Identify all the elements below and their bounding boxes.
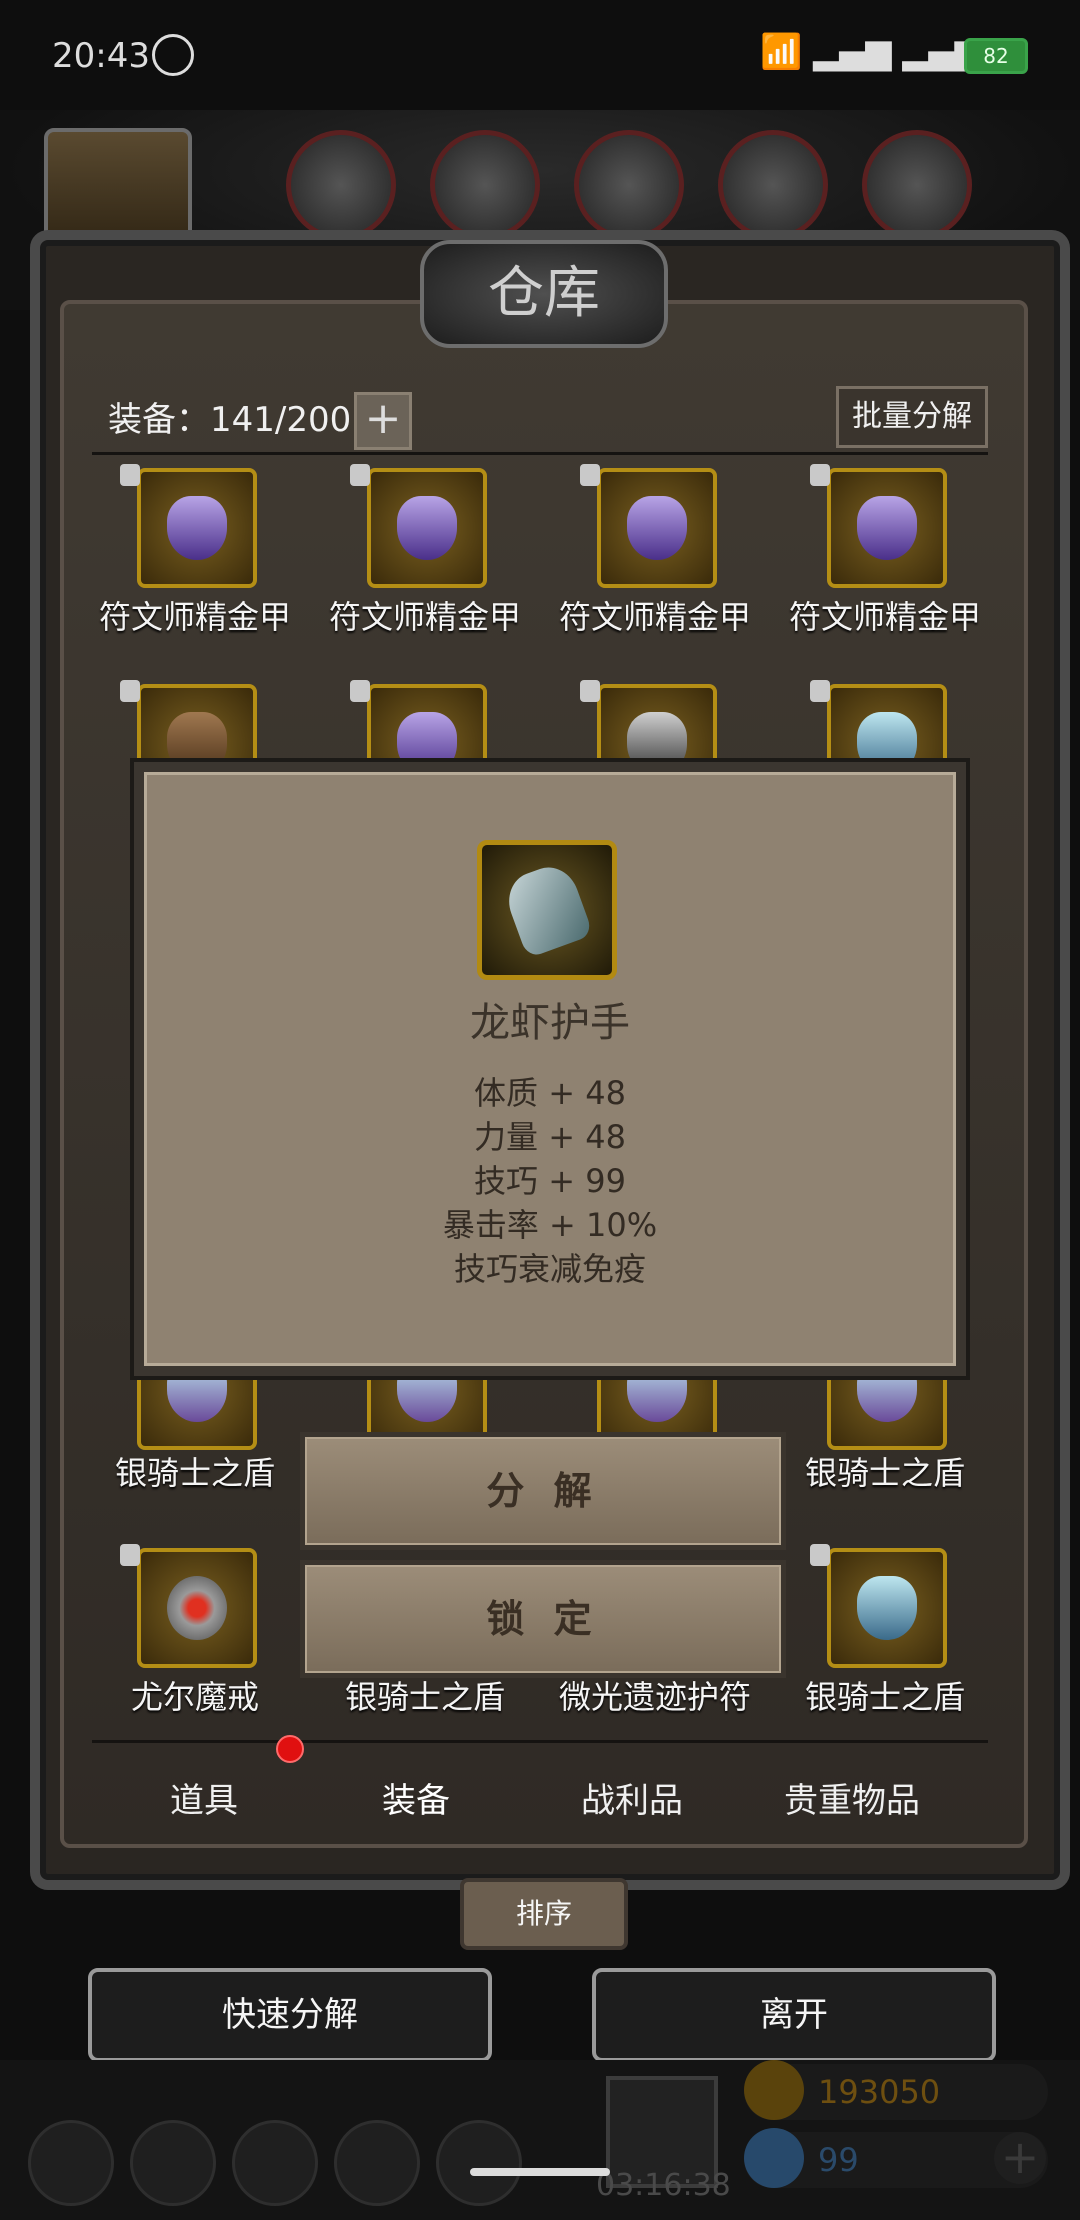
lock-icon: [120, 464, 140, 486]
guild-icon[interactable]: [232, 2120, 318, 2206]
item-name: 银骑士之盾: [114, 1454, 275, 1492]
decompose-button[interactable]: 分 解: [300, 1432, 786, 1550]
armor-icon: [397, 496, 457, 560]
gift-timer: 03:16:38: [596, 2168, 731, 2203]
achievement-icon[interactable]: [130, 2120, 216, 2206]
lock-icon: [350, 464, 370, 486]
lock-icon: [120, 1544, 140, 1566]
resource-stone-icon: [862, 130, 972, 240]
inventory-item[interactable]: 尤尔魔戒: [80, 1544, 310, 1728]
item-name: 微光遗迹护符: [558, 1678, 751, 1716]
category-tabs: 道具 装备 战利品 贵重物品: [92, 1740, 988, 1843]
inventory-item[interactable]: 银骑士之盾: [770, 1544, 1000, 1728]
divider: [92, 452, 988, 455]
item-name: 符文师精金甲: [558, 598, 751, 636]
resource-crystal-icon: [718, 130, 828, 240]
inventory-item[interactable]: 符文师精金甲: [770, 464, 1000, 648]
home-indicator[interactable]: [470, 2168, 610, 2176]
batch-decompose-button[interactable]: 批量分解: [836, 386, 988, 448]
tab-loot[interactable]: 战利品: [520, 1773, 744, 1822]
item-name: 银骑士之盾: [804, 1454, 965, 1492]
lock-button[interactable]: 锁 定: [300, 1560, 786, 1678]
equipment-capacity: 装备：141/200: [108, 400, 352, 440]
item-stat: 力量 + 48: [474, 1118, 626, 1156]
leave-button[interactable]: 离开: [592, 1968, 996, 2062]
status-bar: 20:43 📶 ▂▄▆ ▂▄▆ ⚡ 82: [0, 0, 1080, 110]
lock-icon: [810, 464, 830, 486]
item-slot: [367, 468, 487, 588]
item-slot: [597, 468, 717, 588]
item-name: 银骑士之盾: [344, 1678, 505, 1716]
item-title: 龙虾护手: [470, 1000, 630, 1046]
item-slot: [137, 468, 257, 588]
resource-wood-icon: [430, 130, 540, 240]
inventory-item[interactable]: 符文师精金甲: [310, 464, 540, 648]
armor-icon: [627, 496, 687, 560]
item-detail-popup: 龙虾护手 体质 + 48 力量 + 48 技巧 + 99 暴击率 + 10% 技…: [134, 762, 966, 1376]
gold-value: 193050: [818, 2073, 941, 2111]
item-name: 尤尔魔戒: [130, 1678, 259, 1716]
item-stat: 体质 + 48: [474, 1074, 626, 1112]
gold-coin-icon: [744, 2060, 804, 2120]
item-name: 符文师精金甲: [788, 598, 981, 636]
lock-icon: [810, 680, 830, 702]
item-slot: [827, 468, 947, 588]
armor-icon: [167, 496, 227, 560]
item-stat: 技巧衰减免疫: [453, 1250, 646, 1288]
item-name: 符文师精金甲: [98, 598, 291, 636]
sort-button[interactable]: 排序: [460, 1878, 628, 1950]
chat-icon[interactable]: [436, 2120, 522, 2206]
gem-icon: [744, 2128, 804, 2188]
gem-value: 99: [818, 2141, 859, 2179]
resource-iron-icon: [574, 130, 684, 240]
inventory-item[interactable]: 符文师精金甲: [80, 464, 310, 648]
lock-icon: [810, 1544, 830, 1566]
lock-icon: [120, 680, 140, 702]
resource-leather-icon: [286, 130, 396, 240]
battery-icon: 82: [964, 38, 1028, 74]
gauntlet-icon: [500, 859, 594, 959]
notification-dot: [276, 1735, 304, 1763]
settings-icon[interactable]: [28, 2120, 114, 2206]
tab-items[interactable]: 道具: [92, 1773, 316, 1822]
tab-equipment[interactable]: 装备: [304, 1773, 528, 1822]
item-name: 银骑士之盾: [804, 1678, 965, 1716]
add-gems-button[interactable]: +: [994, 2132, 1046, 2184]
lock-icon: [580, 464, 600, 486]
status-time: 20:43: [52, 36, 150, 76]
shield-icon: [857, 1576, 917, 1640]
item-icon-frame: [477, 840, 617, 980]
mail-icon[interactable]: [334, 2120, 420, 2206]
lock-icon: [580, 680, 600, 702]
window-title: 仓库: [420, 240, 668, 348]
quick-decompose-button[interactable]: 快速分解: [88, 1968, 492, 2062]
ring-icon: [167, 1576, 227, 1640]
app-notification-icon: [152, 34, 194, 76]
expand-capacity-button[interactable]: +: [354, 392, 412, 450]
item-name: 符文师精金甲: [328, 598, 521, 636]
item-stat: 技巧 + 99: [474, 1162, 626, 1200]
inventory-item[interactable]: 符文师精金甲: [540, 464, 770, 648]
tab-valuables[interactable]: 贵重物品: [740, 1773, 964, 1822]
item-slot: [137, 1548, 257, 1668]
armor-icon: [857, 496, 917, 560]
item-stat: 暴击率 + 10%: [442, 1206, 658, 1244]
lock-icon: [350, 680, 370, 702]
item-slot: [827, 1548, 947, 1668]
